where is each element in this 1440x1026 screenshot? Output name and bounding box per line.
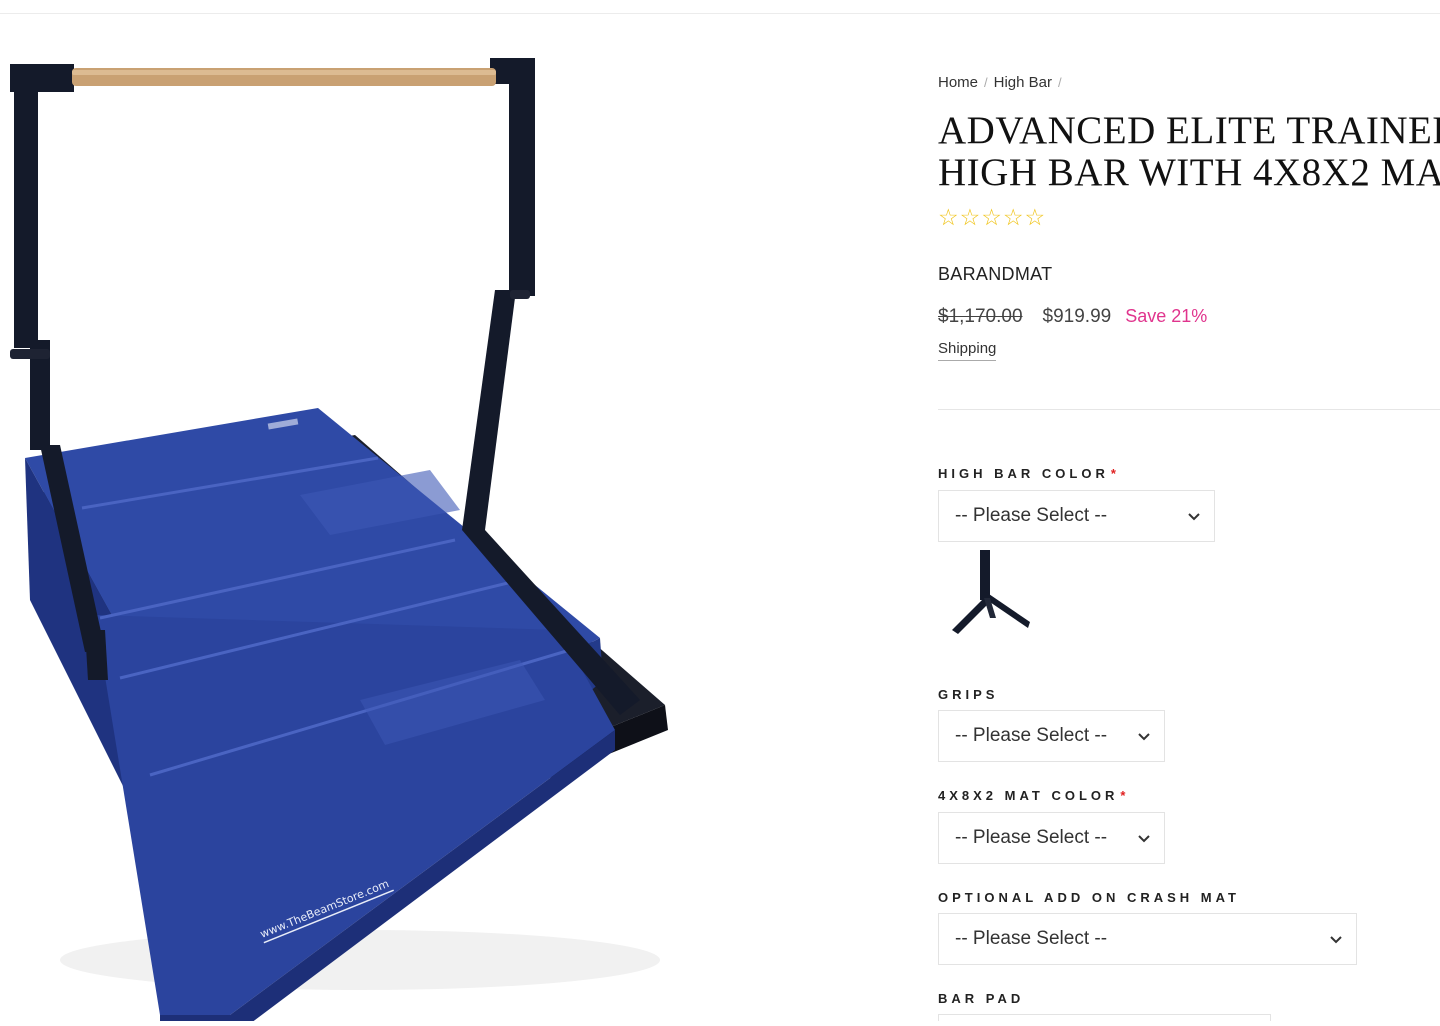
header-divider (0, 13, 1440, 14)
option-label-grips: GRIPS (938, 687, 1000, 702)
high-bar-color-swatch[interactable] (944, 548, 1040, 644)
option-label-text: GRIPS (938, 687, 999, 702)
breadcrumb-separator: / (1058, 75, 1062, 90)
crash-mat-select[interactable]: -- Please Select -- (938, 913, 1357, 965)
product-info: Home / High Bar / ADVANCED ELITE TRAINER HI… (938, 70, 1440, 1021)
rating-stars[interactable]: ☆ ☆ ☆ ☆ ☆ (938, 206, 1045, 229)
star-outline-icon: ☆ (1002, 204, 1024, 230)
savings-badge: Save 21% (1125, 306, 1208, 326)
breadcrumb-high-bar-link[interactable]: High Bar (994, 74, 1052, 91)
star-outline-icon: ☆ (1024, 204, 1046, 230)
high-bar-color-select[interactable]: -- Please Select -- (938, 490, 1215, 542)
option-label-text: 4X8X2 MAT COLOR (938, 788, 1119, 803)
breadcrumb: Home / High Bar / (938, 74, 1068, 91)
shipping-link[interactable]: Shipping (938, 340, 997, 361)
breadcrumb-separator: / (984, 75, 988, 90)
breadcrumb-home-link[interactable]: Home (938, 74, 978, 91)
sale-price: $919.99 (1042, 306, 1112, 327)
star-outline-icon: ☆ (938, 204, 959, 230)
option-label-mat-color: 4X8X2 MAT COLOR * (938, 788, 1125, 803)
product-title: ADVANCED ELITE TRAINER HIGH BAR WITH 4X8… (938, 110, 1440, 194)
original-price: $1,170.00 (938, 306, 1023, 327)
chevron-down-icon (1188, 513, 1200, 521)
star-outline-icon: ☆ (981, 204, 1002, 230)
option-label-text: BAR PAD (938, 991, 1025, 1006)
option-label-text: HIGH BAR COLOR (938, 466, 1109, 481)
grips-select[interactable]: -- Please Select -- (938, 710, 1165, 762)
product-title-line-2: HIGH BAR WITH 4X8X2 MAT (938, 151, 1440, 194)
required-asterisk: * (1120, 788, 1126, 803)
product-vendor[interactable]: BARANDMAT (938, 264, 1052, 285)
option-label-bar-pad: BAR PAD (938, 991, 1026, 1006)
product-image[interactable]: www.TheBeamStore.com (0, 40, 700, 1026)
option-label-text: OPTIONAL ADD ON CRASH MAT (938, 890, 1240, 905)
option-label-crash-mat: OPTIONAL ADD ON CRASH MAT (938, 890, 1242, 905)
option-label-high-bar-color: HIGH BAR COLOR * (938, 466, 1116, 481)
select-value: -- Please Select -- (955, 827, 1108, 848)
chevron-down-icon (1138, 733, 1150, 741)
select-value: -- Please Select -- (955, 725, 1108, 746)
section-divider (938, 409, 1440, 410)
chevron-down-icon (1138, 835, 1150, 843)
required-asterisk: * (1110, 466, 1116, 481)
high-bar-with-mat-photo: www.TheBeamStore.com (10, 58, 668, 1026)
product-title-line-1: ADVANCED ELITE TRAINER (938, 109, 1440, 152)
mat-color-select[interactable]: -- Please Select -- (938, 812, 1165, 864)
chevron-down-icon (1330, 936, 1342, 944)
select-value: -- Please Select -- (955, 928, 1108, 949)
star-outline-icon: ☆ (959, 204, 981, 230)
price-row: $1,170.00 $919.99 Save 21% (938, 306, 1207, 328)
select-value: -- Please Select -- (955, 505, 1108, 526)
bar-pad-select[interactable] (938, 1014, 1271, 1021)
